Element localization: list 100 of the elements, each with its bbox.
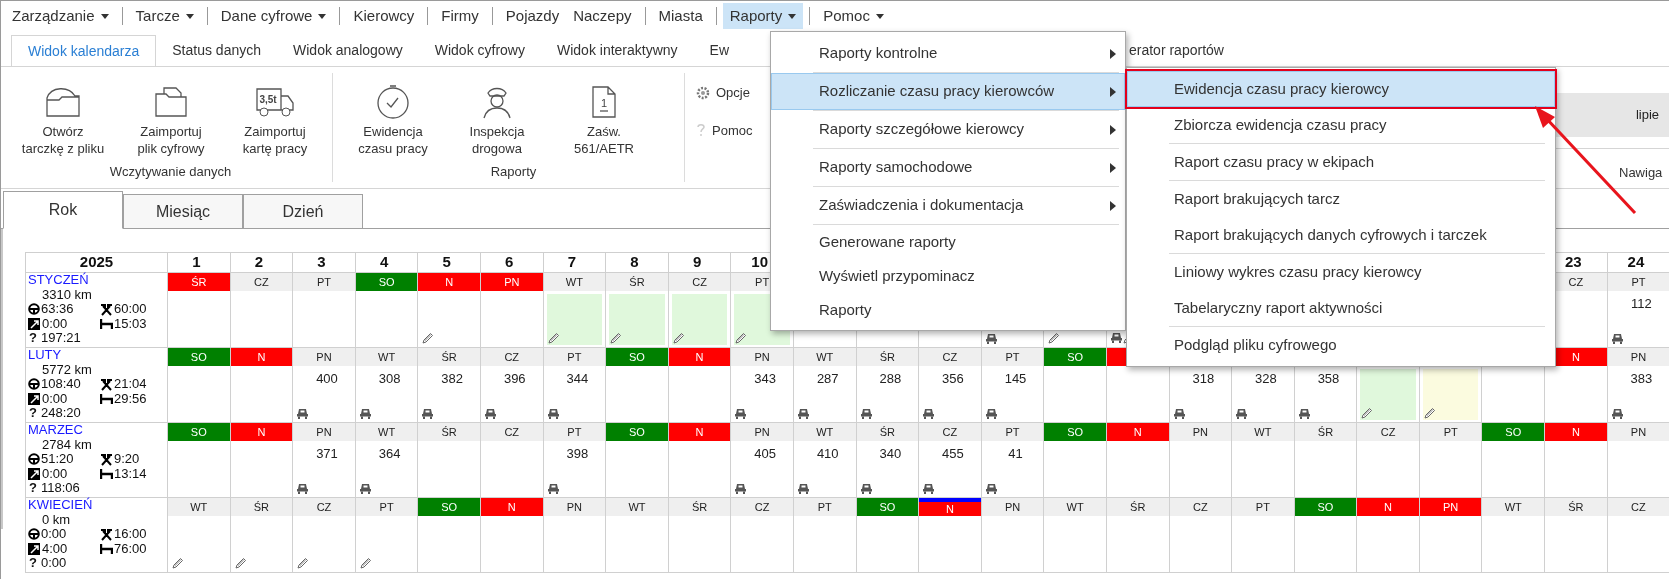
car-icon (1236, 408, 1248, 419)
weekday-label: CZ (668, 273, 731, 291)
weekday-label: N (668, 423, 731, 441)
ribbon-tab[interactable]: Ew (693, 34, 746, 66)
car-icon (547, 483, 559, 494)
car-icon (1611, 408, 1623, 419)
driving-time: 63:36 (41, 302, 74, 317)
menu-item[interactable]: Kierowcy (346, 3, 422, 29)
year-label: 2025 (79, 252, 114, 272)
rest-time: 13:14 (114, 466, 147, 481)
button-label: tarczkę z pliku (21, 140, 105, 157)
weekday-label: WT (793, 423, 856, 441)
menu-item[interactable]: Generowane raporty (771, 225, 1125, 259)
weekday-label: ŚR (856, 423, 919, 441)
ribbon-tab[interactable]: Widok interaktywny (541, 34, 694, 66)
ribbon-tab[interactable]: Status danych (156, 34, 277, 66)
distance-value: 288 (878, 370, 902, 387)
weekday-label: PN (731, 423, 793, 441)
ribbon-button[interactable]: 3,5t Zaimportuj kartę pracy (225, 73, 325, 157)
pencil-icon (172, 557, 184, 569)
car-icon (797, 408, 809, 419)
ribbon-button[interactable]: Ewidencja czasu pracy (343, 73, 443, 157)
menu-item[interactable]: Pomoc (816, 3, 891, 29)
weekday-label: PT (355, 498, 418, 516)
menu-item[interactable]: Raporty samochodowe (771, 149, 1125, 186)
ribbon-button[interactable]: Zaimportuj plik cyfrowy (117, 73, 225, 157)
button-label: Inspekcja (469, 123, 525, 140)
month-name[interactable]: MARZEC (28, 423, 167, 438)
menu-item[interactable]: Firmy (434, 3, 486, 29)
month-button[interactable]: lipie (1555, 93, 1669, 137)
menu-item[interactable]: Raport brakujących danych cyfrowych i tarczek (1127, 217, 1555, 253)
weekday-label: SO (418, 498, 480, 516)
weekday-label: ŚR (418, 423, 480, 441)
pencil-icon (234, 557, 247, 569)
weekday-label: PN (1419, 498, 1482, 516)
button-label: kartę pracy (242, 140, 308, 157)
menu-item[interactable]: Tabelaryczny raport aktywności (1127, 290, 1555, 326)
distance-value: 112 (1630, 295, 1652, 312)
weekday-label: PT (981, 423, 1044, 441)
unknown-time: 0:00 (41, 556, 67, 571)
menu-item[interactable]: Zarządzanie (5, 3, 116, 29)
ribbon-tab[interactable]: erator raportów (1127, 34, 1238, 66)
weekday-label: SO (355, 273, 418, 291)
distance-value: 318 (1191, 370, 1215, 387)
ribbon-button[interactable]: Pomoc (695, 120, 753, 140)
menu-item[interactable]: Raporty (771, 293, 1125, 327)
weekday-label: PT (1607, 273, 1669, 291)
day-number: 9 (692, 252, 702, 273)
menu-item[interactable]: Raporty kontrolne (771, 35, 1125, 72)
menu-item[interactable]: Ewidencja czasu pracy kierowcy (1127, 71, 1555, 107)
menu-item[interactable]: Raporty (722, 3, 804, 29)
view-tab[interactable]: Dzień (243, 194, 363, 229)
day-number: 10 (751, 252, 768, 273)
day-number: 1 (192, 252, 201, 273)
car-icon (359, 483, 371, 494)
view-tab[interactable]: Miesiąc (123, 194, 243, 229)
availability-time: 0:00 (42, 466, 68, 481)
view-tab[interactable]: Rok (3, 191, 123, 229)
menu-item[interactable]: Miasta (651, 3, 710, 29)
menu-item[interactable]: Raporty szczegółowe kierowcy (771, 111, 1125, 148)
menu-item[interactable]: Rozliczanie czasu pracy kierowców (771, 73, 1125, 110)
distance-value: 358 (1316, 370, 1340, 387)
pencil-icon (1361, 407, 1374, 419)
steering-wheel-icon (28, 453, 40, 466)
weekday-label: SO (606, 423, 668, 441)
pencil-icon (422, 332, 435, 344)
menu-item[interactable]: Tarcze (128, 3, 201, 29)
car-icon (297, 483, 309, 494)
month-name[interactable]: LUTY (28, 348, 167, 363)
month-name[interactable]: STYCZEŃ (28, 273, 167, 288)
button-label: Zaimportuj (244, 123, 306, 140)
driving-time: 51:20 (41, 452, 74, 467)
menu-item[interactable]: Zbiorcza ewidencja czasu pracy (1127, 107, 1555, 143)
availability-time: 0:00 (42, 316, 68, 331)
pencil-icon (735, 332, 748, 344)
ribbon-button[interactable]: Inspekcja drogowa (443, 73, 551, 157)
weekday-label: WT (543, 273, 606, 291)
month-name[interactable]: KWIECIEŃ (28, 498, 167, 513)
ribbon-button[interactable]: Otwórz tarczkę z pliku (9, 73, 117, 157)
ribbon-tab[interactable]: Widok cyfrowy (418, 34, 541, 66)
hammers-icon (100, 527, 113, 541)
steering-wheel-icon (28, 378, 40, 391)
menu-item[interactable]: Raport brakujących tarcz (1127, 181, 1555, 217)
button-label: czasu pracy (358, 140, 428, 157)
menu-item[interactable]: Zaświadczenia i dokumentacja (771, 187, 1125, 224)
ribbon-button[interactable]: 1 Zaśw. 561/AETR (551, 73, 657, 157)
weekday-label: ŚR (606, 273, 668, 291)
distance-value: 145 (1003, 370, 1027, 387)
menu-item[interactable]: Pojazdy (498, 3, 567, 29)
weekday-label: PT (1419, 423, 1482, 441)
ribbon-tab[interactable]: Widok kalendarza (11, 35, 157, 66)
menu-item[interactable]: Naczepy (566, 3, 639, 29)
distance-value: 405 (753, 445, 776, 462)
steering-wheel-icon (28, 303, 40, 316)
ribbon-tab[interactable]: Widok analogowy (277, 34, 419, 66)
distance-value: 382 (440, 370, 463, 387)
menu-item[interactable]: Raport czasu pracy w ekipach (1127, 144, 1555, 180)
ribbon-button[interactable]: Opcje (695, 83, 753, 103)
button-label: 561/AETR (574, 140, 634, 157)
menu-item[interactable]: Dane cyfrowe (213, 3, 334, 29)
